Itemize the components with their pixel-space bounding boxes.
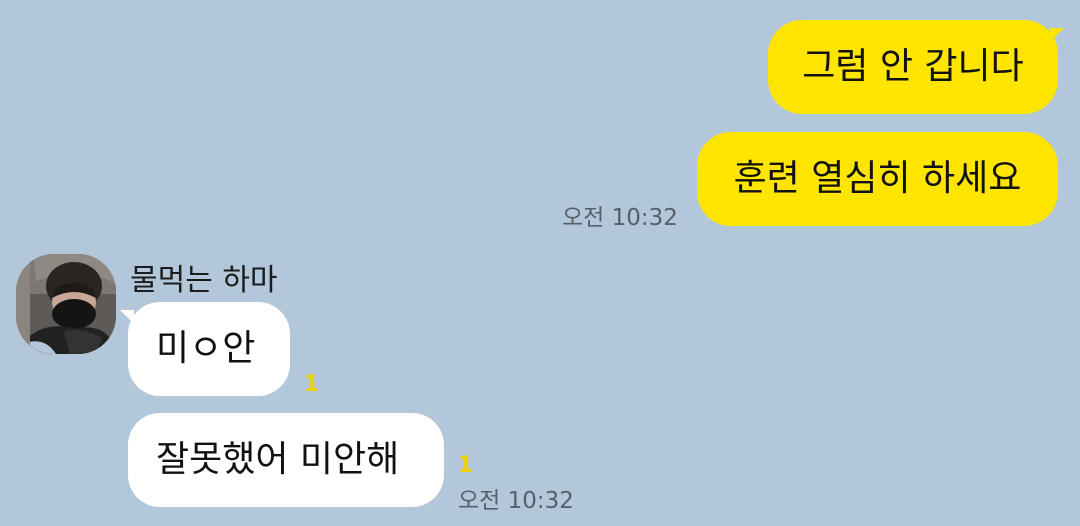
received-message-bubble[interactable]: 미ㅇ안	[128, 302, 290, 396]
message-text: 훈련 열심히 하세요	[733, 158, 1022, 199]
received-message-bubble[interactable]: 잘못했어 미안해	[128, 413, 444, 507]
unread-count: 1	[304, 372, 320, 397]
sent-message-bubble[interactable]: 훈련 열심히 하세요	[697, 132, 1058, 226]
sent-timestamp: 오전 10:32	[562, 205, 678, 231]
message-text: 잘못했어 미안해	[156, 439, 400, 480]
bubble-tail	[1050, 28, 1064, 42]
avatar[interactable]	[16, 254, 116, 354]
sent-message-bubble[interactable]: 그럼 안 갑니다	[768, 20, 1058, 114]
chat-room: 그럼 안 갑니다 훈련 열심히 하세요 오전 10:32 물먹는 하마 미ㅇ안 …	[0, 0, 1080, 526]
unread-count: 1	[458, 453, 474, 478]
received-timestamp: 오전 10:32	[458, 488, 574, 514]
bubble-tail	[120, 310, 134, 324]
message-text: 그럼 안 갑니다	[802, 46, 1024, 87]
profile-photo-icon	[16, 254, 116, 354]
sender-name: 물먹는 하마	[130, 263, 278, 298]
message-text: 미ㅇ안	[156, 328, 256, 369]
